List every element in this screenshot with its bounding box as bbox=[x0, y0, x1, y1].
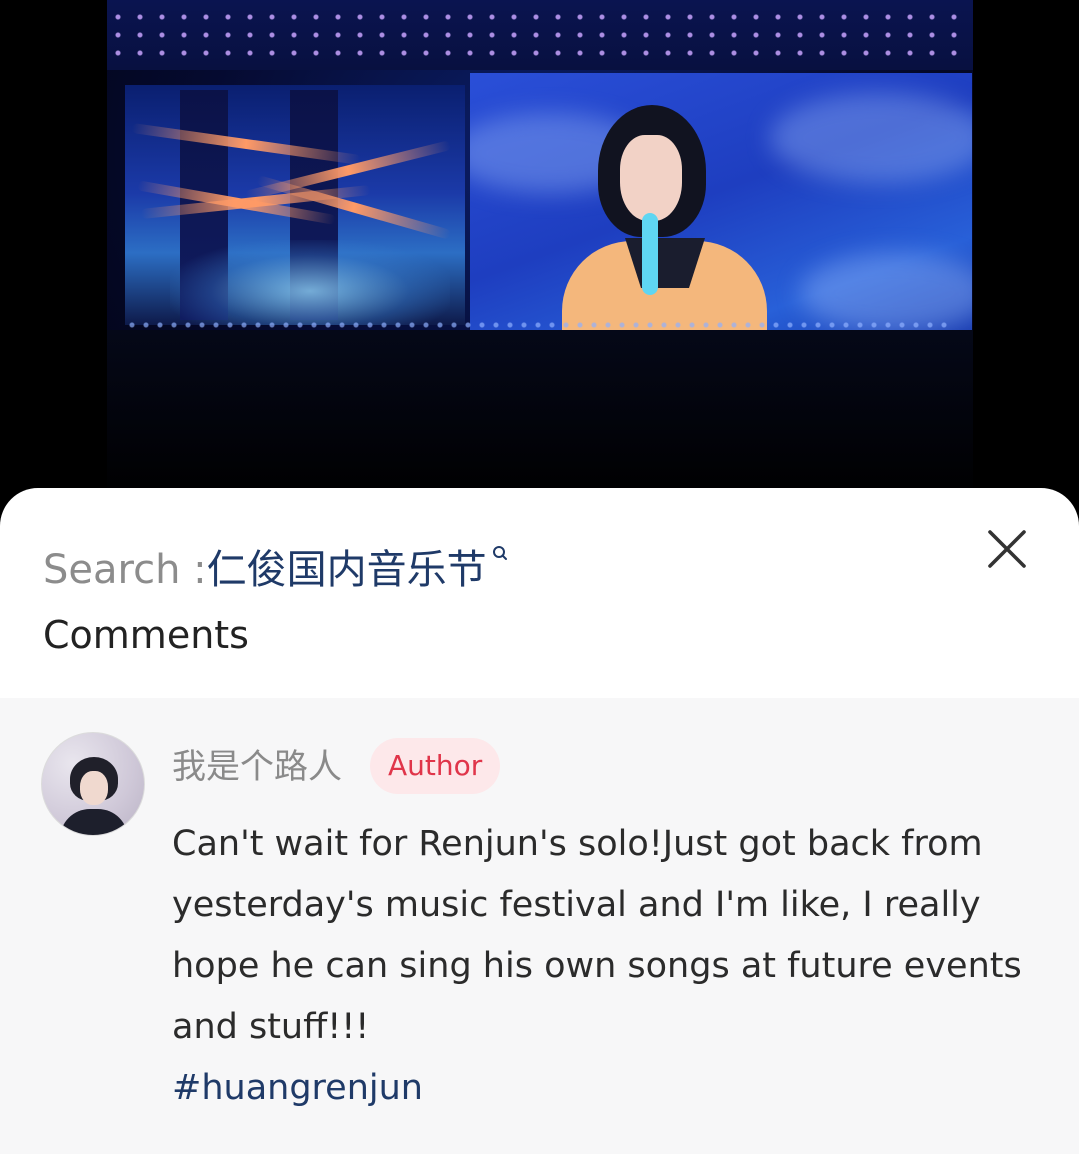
comment-text: Can't wait for Renjun's solo!Just got ba… bbox=[172, 824, 1022, 1047]
comment-username[interactable]: 我是个路人 bbox=[172, 744, 342, 790]
crowd-lights bbox=[125, 318, 955, 332]
comments-sheet: Search : 仁俊国内音乐节 Comments 我是个路人 Author C… bbox=[0, 488, 1079, 1154]
comments-title: Comments bbox=[43, 613, 249, 657]
audience-area bbox=[107, 330, 973, 500]
concert-photo[interactable] bbox=[0, 0, 1079, 500]
led-screen bbox=[470, 73, 972, 353]
microphone bbox=[642, 213, 658, 295]
search-icon bbox=[492, 546, 507, 560]
search-link[interactable]: Search : 仁俊国内音乐节 bbox=[43, 544, 509, 596]
close-icon[interactable] bbox=[984, 526, 1030, 572]
stage-haze bbox=[170, 240, 450, 325]
avatar-body bbox=[60, 809, 128, 835]
avatar[interactable] bbox=[41, 732, 145, 836]
truss-lights bbox=[107, 8, 973, 63]
screen-cloud bbox=[770, 93, 972, 183]
search-term[interactable]: 仁俊国内音乐节 bbox=[207, 544, 487, 596]
hashtag-link[interactable]: #huangrenjun bbox=[172, 1058, 423, 1119]
singer-face bbox=[620, 135, 682, 221]
author-badge: Author bbox=[370, 738, 501, 794]
search-label: Search : bbox=[43, 547, 207, 593]
avatar-face bbox=[80, 771, 108, 805]
comment-item: 我是个路人 Author Can't wait for Renjun's sol… bbox=[0, 698, 1079, 1154]
